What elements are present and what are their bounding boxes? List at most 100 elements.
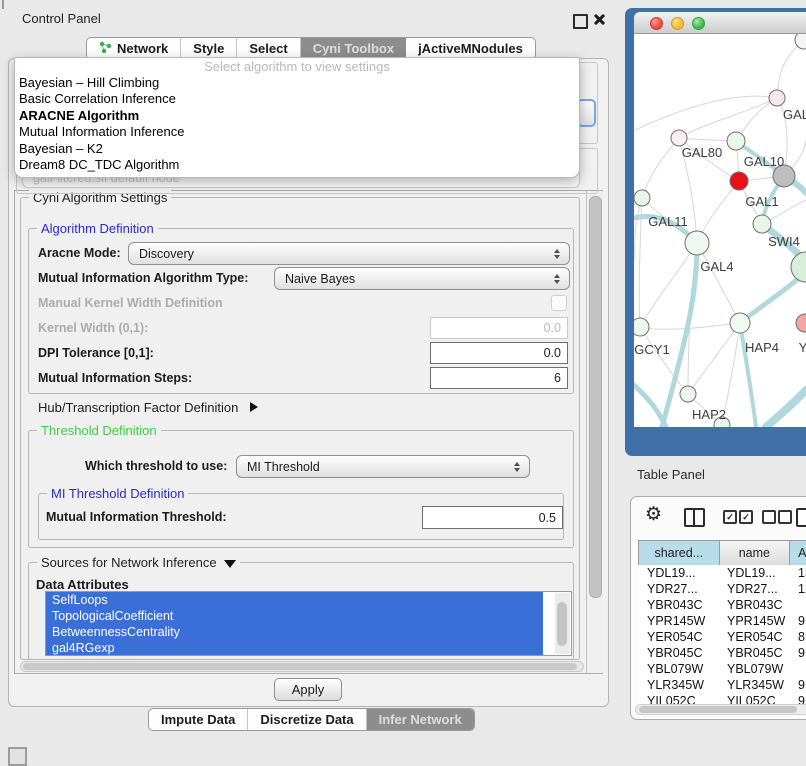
algorithm-option[interactable]: Basic Correlation Inference bbox=[15, 91, 579, 107]
sources-title[interactable]: Sources for Network Inference bbox=[37, 555, 240, 570]
network-node[interactable] bbox=[730, 313, 750, 333]
kernel-width-field[interactable]: 0.0 bbox=[430, 317, 568, 339]
table-cell[interactable]: YLR345W bbox=[638, 677, 718, 693]
algorithm-option[interactable]: Mutual Information Inference bbox=[15, 124, 579, 140]
table-row[interactable]: YDR27...YDR27...12 bbox=[638, 581, 806, 597]
table-row[interactable]: YBL079WYBL079W bbox=[638, 661, 806, 677]
manual-kernel-checkbox[interactable] bbox=[551, 295, 567, 311]
table-cell[interactable]: YER054C bbox=[638, 629, 718, 645]
table-cell[interactable]: 9. bbox=[789, 677, 806, 693]
minimized-window-icon[interactable] bbox=[8, 747, 27, 766]
table-cell[interactable]: YBR045C bbox=[718, 645, 789, 661]
column-header-name[interactable]: name bbox=[720, 541, 791, 566]
settings-vertical-scrollbar[interactable] bbox=[586, 191, 603, 673]
tab-discretize-data[interactable]: Discretize Data bbox=[248, 709, 366, 730]
data-attributes-list[interactable]: SelfLoopsTopologicalCoefficientBetweenne… bbox=[45, 591, 572, 656]
table-body[interactable]: YDL19...YDL19...13YDR27...YDR27...12YBR0… bbox=[638, 565, 806, 705]
gear-icon[interactable]: ⚙ bbox=[645, 504, 662, 526]
dpi-tolerance-field[interactable]: 0.0 bbox=[430, 342, 568, 364]
table-cell[interactable]: YDL19... bbox=[718, 565, 789, 581]
algorithm-option[interactable]: Dream8 DC_TDC Algorithm bbox=[15, 157, 579, 173]
table-cell[interactable]: YBR045C bbox=[638, 645, 718, 661]
network-view-window[interactable]: GALGAL80GAL10GAL1GAL11SWI4GAL4GCY1HAP4YH… bbox=[625, 8, 806, 456]
algorithm-option[interactable]: Bayesian – Hill Climbing bbox=[15, 75, 579, 91]
network-canvas[interactable]: GALGAL80GAL10GAL1GAL11SWI4GAL4GCY1HAP4YH… bbox=[634, 34, 806, 427]
deselect-all-checkbox-icon[interactable] bbox=[762, 510, 776, 524]
table-cell[interactable]: 13 bbox=[789, 565, 806, 581]
tab-infer-network[interactable]: Infer Network bbox=[367, 709, 474, 730]
tab-select[interactable]: Select bbox=[237, 38, 300, 59]
network-node[interactable] bbox=[796, 314, 806, 332]
mi-steps-field[interactable]: 6 bbox=[430, 367, 568, 389]
float-window-button[interactable] bbox=[573, 14, 588, 29]
network-node[interactable] bbox=[634, 318, 649, 336]
network-node[interactable] bbox=[791, 252, 806, 282]
table-cell[interactable]: YLR345W bbox=[718, 677, 789, 693]
network-node[interactable] bbox=[671, 130, 687, 146]
table-cell[interactable]: YPR145W bbox=[718, 613, 789, 629]
deselect-all-checkbox-icon[interactable] bbox=[778, 510, 792, 524]
mi-threshold-field[interactable]: 0.5 bbox=[422, 506, 563, 529]
table-cell[interactable]: YDR27... bbox=[718, 581, 789, 597]
table-cell[interactable]: YPR145W bbox=[638, 613, 718, 629]
column-header-shared-name[interactable]: shared... bbox=[639, 541, 720, 566]
data-attribute-item[interactable]: gal4RGexp bbox=[46, 640, 543, 656]
select-all-checkbox-icon[interactable]: ✓ bbox=[723, 510, 737, 524]
network-node[interactable] bbox=[685, 231, 709, 255]
tab-style[interactable]: Style bbox=[181, 38, 237, 59]
network-node[interactable] bbox=[769, 90, 785, 106]
network-window-titlebar[interactable] bbox=[634, 12, 806, 34]
minimize-window-icon[interactable] bbox=[671, 17, 684, 30]
aracne-mode-select[interactable]: Discovery bbox=[128, 242, 570, 265]
list-vertical-scrollbar[interactable] bbox=[555, 593, 570, 654]
close-panel-button[interactable] bbox=[592, 12, 606, 26]
scrollbar-thumb[interactable] bbox=[639, 706, 797, 713]
algorithm-option[interactable]: Bayesian – K2 bbox=[15, 141, 579, 157]
table-cell[interactable]: 12 bbox=[789, 581, 806, 597]
select-all-checkbox-icon[interactable]: ✓ bbox=[739, 510, 753, 524]
data-attribute-item[interactable]: SelfLoops bbox=[46, 592, 543, 608]
table-row[interactable]: YLR345WYLR345W9. bbox=[638, 677, 806, 693]
table-row[interactable]: YDL19...YDL19...13 bbox=[638, 565, 806, 581]
scrollbar-thumb[interactable] bbox=[589, 196, 602, 598]
tab-cyni-toolbox[interactable]: Cyni Toolbox bbox=[301, 38, 406, 59]
which-threshold-select[interactable]: MI Threshold bbox=[236, 455, 530, 478]
table-cell[interactable]: YDL19... bbox=[638, 565, 718, 581]
scrollbar-thumb[interactable] bbox=[23, 663, 577, 670]
table-cell[interactable]: YDR27... bbox=[638, 581, 718, 597]
partial-toolbar-icon[interactable] bbox=[796, 508, 806, 527]
table-row[interactable]: YER054CYER054C8. bbox=[638, 629, 806, 645]
network-node[interactable] bbox=[680, 386, 696, 402]
table-cell[interactable] bbox=[789, 597, 806, 613]
network-node[interactable] bbox=[753, 215, 771, 233]
apply-button[interactable]: Apply bbox=[274, 678, 342, 701]
table-cell[interactable]: YER054C bbox=[718, 629, 789, 645]
table-cell[interactable]: 8. bbox=[789, 629, 806, 645]
data-attribute-item[interactable]: TopologicalCoefficient bbox=[46, 608, 543, 624]
table-cell[interactable]: YBR043C bbox=[638, 597, 718, 613]
table-row[interactable]: YBR045CYBR045C9. bbox=[638, 645, 806, 661]
settings-horizontal-scrollbar[interactable] bbox=[20, 661, 584, 672]
split-view-icon[interactable] bbox=[684, 508, 705, 527]
zoom-window-icon[interactable] bbox=[692, 17, 705, 30]
table-cell[interactable]: 9. bbox=[789, 645, 806, 661]
table-row[interactable]: YPR145WYPR145W9. bbox=[638, 613, 806, 629]
table-cell[interactable]: 9. bbox=[789, 613, 806, 629]
network-node[interactable] bbox=[634, 190, 650, 206]
table-cell[interactable]: YBL079W bbox=[718, 661, 789, 677]
algorithm-option[interactable]: ARACNE Algorithm bbox=[15, 108, 579, 124]
network-node[interactable] bbox=[727, 132, 745, 150]
mi-type-select[interactable]: Naive Bayes bbox=[274, 267, 570, 290]
column-header-partial[interactable]: A bbox=[790, 541, 806, 566]
tab-jactivemnodules[interactable]: jActiveMNodules bbox=[406, 38, 535, 59]
table-horizontal-scrollbar[interactable] bbox=[635, 704, 806, 715]
table-cell[interactable]: YBL079W bbox=[638, 661, 718, 677]
table-cell[interactable]: YBR043C bbox=[718, 597, 789, 613]
tab-network[interactable]: Network bbox=[87, 38, 181, 59]
tab-impute-data[interactable]: Impute Data bbox=[149, 709, 248, 730]
table-row[interactable]: YBR043CYBR043C bbox=[638, 597, 806, 613]
table-cell[interactable] bbox=[789, 661, 806, 677]
network-node[interactable] bbox=[730, 172, 748, 190]
hub-definition-expander[interactable]: Hub/Transcription Factor Definition bbox=[38, 400, 258, 415]
close-window-icon[interactable] bbox=[650, 17, 663, 30]
